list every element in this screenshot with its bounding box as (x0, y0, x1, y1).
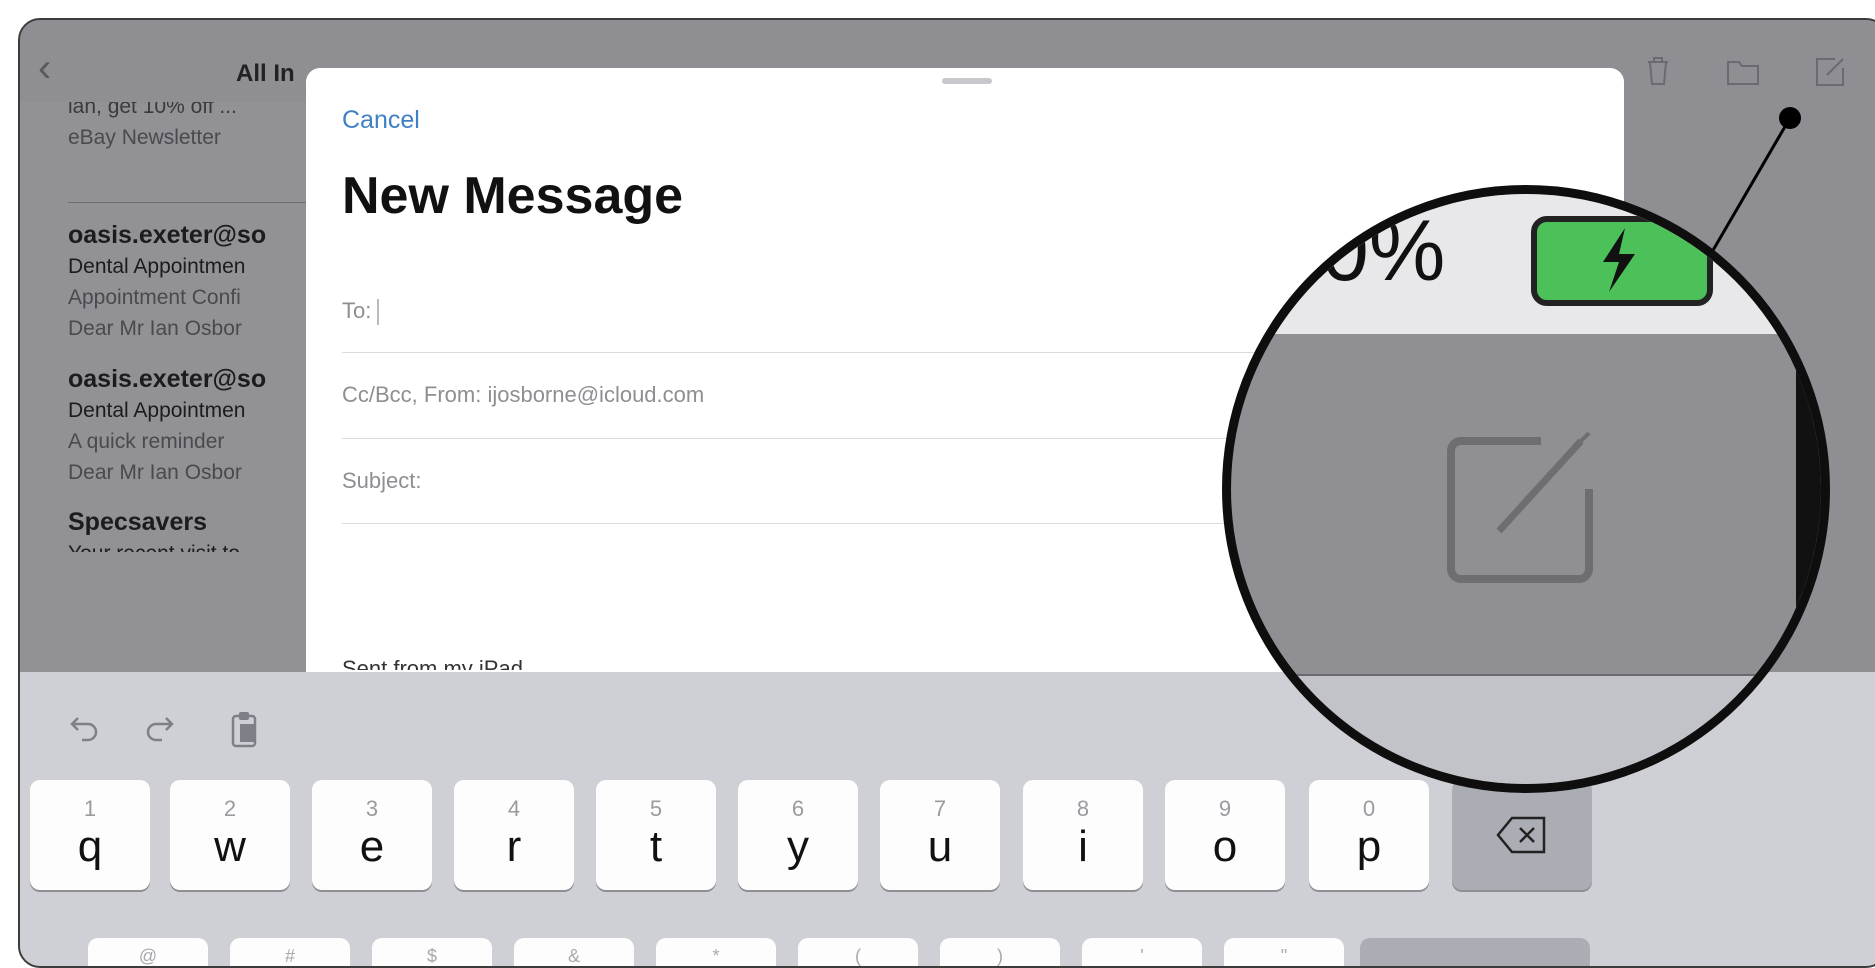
status-bar-zoom: 0% (1231, 194, 1821, 334)
battery-icon (1531, 216, 1713, 306)
magnifier-callout: 0% (1222, 185, 1830, 793)
battery-percent: 0% (1321, 203, 1446, 299)
compose-icon (1447, 431, 1593, 583)
magnified-keyboard (1231, 676, 1821, 784)
